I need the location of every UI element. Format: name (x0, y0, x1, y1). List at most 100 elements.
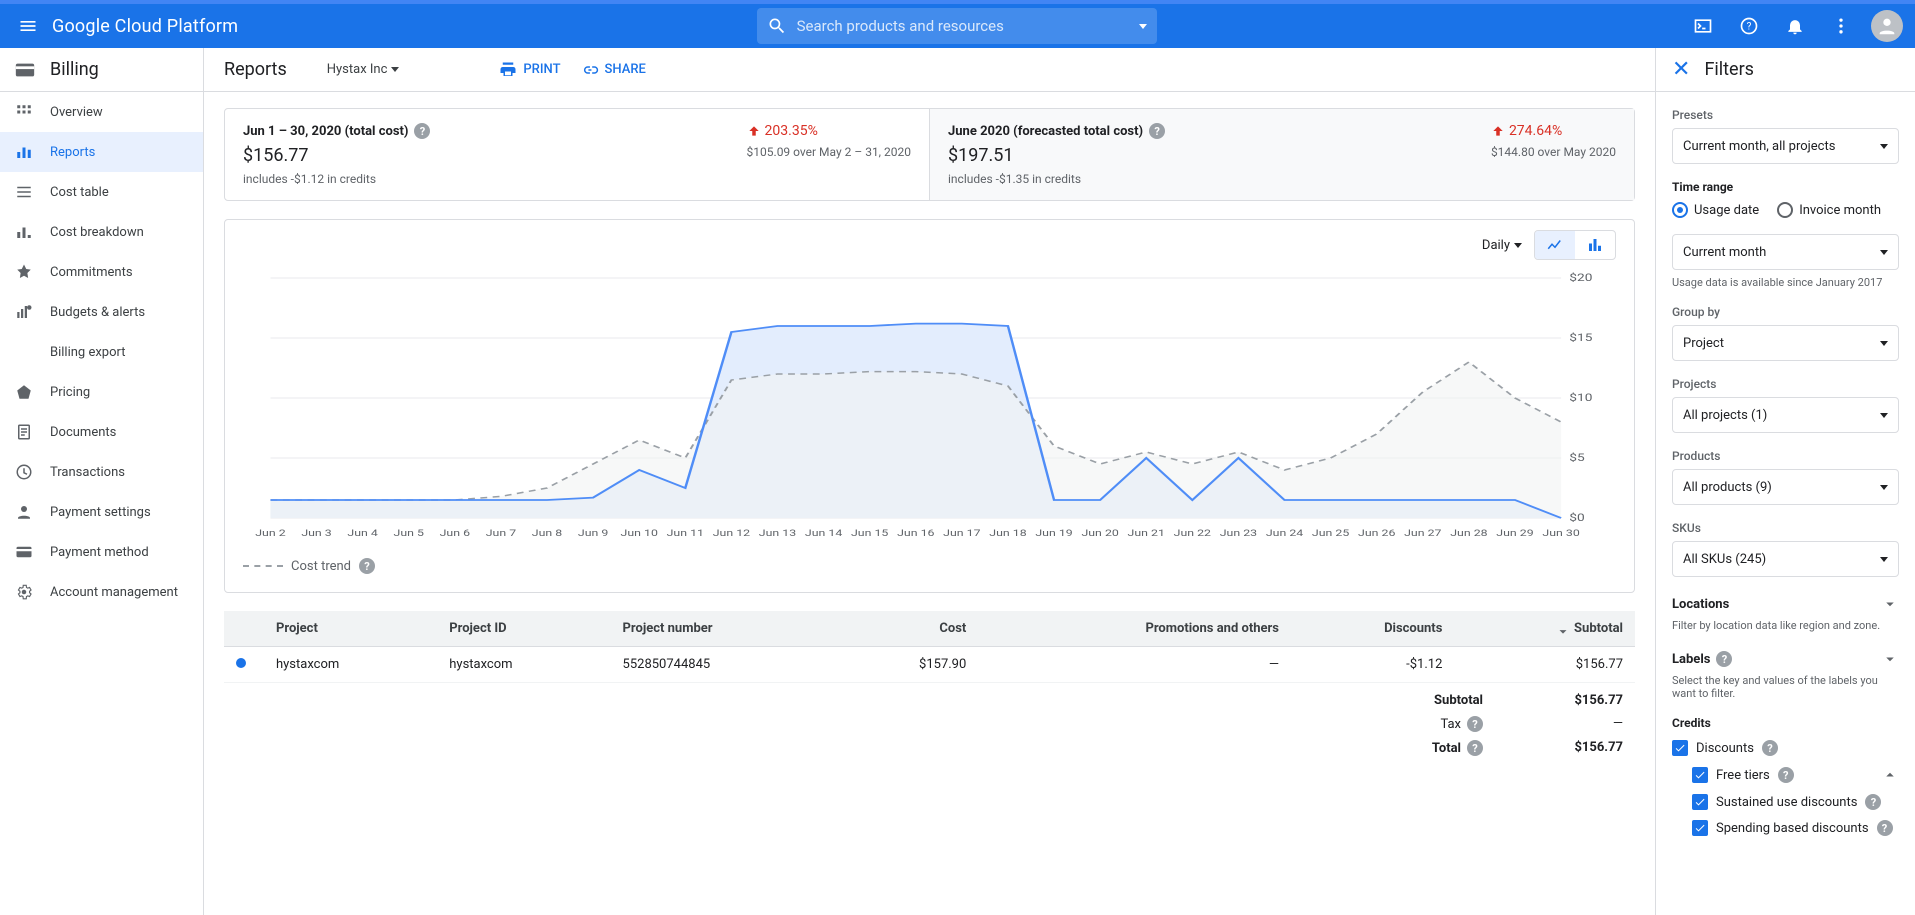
table-header[interactable]: Discounts (1291, 611, 1454, 647)
product-title: Google Cloud Platform (52, 16, 238, 37)
search-box[interactable] (757, 8, 1157, 44)
group-by-select[interactable]: Project (1672, 325, 1899, 361)
table-row[interactable]: hystaxcomhystaxcom552850744845$157.90—-$… (224, 647, 1635, 683)
svg-text:$0: $0 (1569, 512, 1585, 524)
sidebar-item-transactions[interactable]: Transactions (0, 452, 203, 492)
discounts-checkbox[interactable]: Discounts? (1672, 740, 1899, 756)
line-chart-icon (1546, 236, 1564, 254)
search-input[interactable] (797, 17, 1139, 35)
org-selector[interactable]: Hystax Inc (327, 62, 400, 77)
help-icon[interactable]: ? (1865, 794, 1881, 810)
nav-menu-button[interactable] (8, 6, 48, 46)
table-header[interactable]: Project (264, 611, 437, 647)
sidebar-item-commitments[interactable]: Commitments (0, 252, 203, 292)
free-tiers-checkbox[interactable]: Free tiers? (1692, 766, 1899, 784)
table-header[interactable]: Project ID (437, 611, 610, 647)
table-header[interactable]: Cost (837, 611, 978, 647)
sidebar-item-reports[interactable]: Reports (0, 132, 203, 172)
bar-chart-toggle[interactable] (1575, 231, 1615, 259)
usage-date-radio[interactable]: Usage date (1672, 202, 1759, 218)
chart-card: Daily $0$5$10$15$20Jun 2Jun 3Jun 4Jun 5J… (224, 219, 1635, 593)
skus-select[interactable]: All SKUs (245) (1672, 541, 1899, 577)
help-icon[interactable]: ? (1467, 716, 1483, 732)
arrow-up-icon (1491, 124, 1505, 138)
sidebar-item-billing-export[interactable]: Billing export (0, 332, 203, 372)
sidebar-item-budgets-alerts[interactable]: Budgets & alerts (0, 292, 203, 332)
presets-select[interactable]: Current month, all projects (1672, 128, 1899, 164)
help-icon[interactable]: ? (414, 123, 430, 139)
time-range-select[interactable]: Current month (1672, 234, 1899, 270)
sidebar-item-documents[interactable]: Documents (0, 412, 203, 452)
help-icon[interactable]: ? (1149, 123, 1165, 139)
spending-checkbox[interactable]: Spending based discounts? (1692, 820, 1899, 836)
help-icon[interactable]: ? (1778, 767, 1794, 783)
cost-table: ProjectProject IDProject numberCostPromo… (224, 611, 1635, 756)
svg-text:Jun 24: Jun 24 (1266, 528, 1303, 539)
help-icon[interactable]: ? (1729, 6, 1769, 46)
labels-section[interactable]: Labels? (1672, 650, 1899, 668)
svg-text:Jun 25: Jun 25 (1312, 528, 1349, 539)
help-icon[interactable]: ? (1762, 740, 1778, 756)
help-icon[interactable]: ? (1467, 740, 1483, 756)
line-chart-toggle[interactable] (1535, 231, 1575, 259)
invoice-month-radio[interactable]: Invoice month (1777, 202, 1881, 218)
account-avatar[interactable] (1867, 6, 1907, 46)
products-select[interactable]: All products (9) (1672, 469, 1899, 505)
skus-label: SKUs (1672, 521, 1899, 535)
svg-text:Jun 22: Jun 22 (1174, 528, 1211, 539)
presets-label: Presets (1672, 108, 1899, 122)
table-header[interactable]: Project number (611, 611, 837, 647)
svg-text:$10: $10 (1569, 392, 1592, 404)
projects-select[interactable]: All projects (1) (1672, 397, 1899, 433)
svg-text:Jun 5: Jun 5 (394, 528, 424, 539)
svg-text:?: ? (1747, 21, 1752, 32)
sidebar-item-pricing[interactable]: Pricing (0, 372, 203, 412)
sidebar-item-account-management[interactable]: Account management (0, 572, 203, 612)
print-button[interactable]: PRINT (499, 61, 560, 79)
table-header[interactable]: Subtotal (1454, 611, 1635, 647)
notifications-icon[interactable] (1775, 6, 1815, 46)
sidebar-item-cost-table[interactable]: Cost table (0, 172, 203, 212)
summary-card: Jun 1 – 30, 2020 (total cost)? $156.77 i… (224, 108, 1635, 201)
sidebar-item-payment-method[interactable]: Payment method (0, 532, 203, 572)
summary-right-title: June 2020 (forecasted total cost) (948, 124, 1143, 139)
projects-label: Projects (1672, 377, 1899, 391)
sustained-checkbox[interactable]: Sustained use discounts? (1692, 794, 1899, 810)
svg-text:Jun 8: Jun 8 (532, 528, 562, 539)
chevron-up-icon[interactable] (1881, 766, 1899, 784)
arrow-up-icon (747, 124, 761, 138)
svg-text:$5: $5 (1569, 452, 1585, 464)
granularity-selector[interactable]: Daily (1482, 238, 1522, 253)
svg-text:Jun 12: Jun 12 (713, 528, 750, 539)
svg-text:Jun 11: Jun 11 (667, 528, 704, 539)
sidebar-item-cost-breakdown[interactable]: Cost breakdown (0, 212, 203, 252)
help-icon[interactable]: ? (1716, 651, 1732, 667)
totals-subtotal: $156.77 (1543, 693, 1623, 708)
chevron-down-icon[interactable] (1139, 24, 1147, 29)
chevron-down-icon (1881, 595, 1899, 613)
billing-icon (14, 59, 36, 81)
top-bar: Google Cloud Platform ? (0, 0, 1915, 48)
more-icon[interactable] (1821, 6, 1861, 46)
chart-plot[interactable]: $0$5$10$15$20Jun 2Jun 3Jun 4Jun 5Jun 6Ju… (243, 268, 1616, 548)
svg-text:Jun 15: Jun 15 (851, 528, 888, 539)
svg-text:Jun 2: Jun 2 (255, 528, 285, 539)
totals-tax-label: Tax (1440, 717, 1461, 732)
help-icon[interactable]: ? (359, 558, 375, 574)
svg-text:Jun 26: Jun 26 (1358, 528, 1395, 539)
print-icon (499, 61, 517, 79)
summary-left-delta-sub: $105.09 over May 2 – 31, 2020 (747, 145, 911, 159)
sidebar-item-payment-settings[interactable]: Payment settings (0, 492, 203, 532)
svg-text:$20: $20 (1569, 272, 1592, 284)
help-icon[interactable]: ? (1877, 820, 1893, 836)
close-filters-button[interactable]: ✕ (1672, 59, 1690, 81)
svg-text:Jun 23: Jun 23 (1220, 528, 1257, 539)
svg-text:Jun 17: Jun 17 (943, 528, 980, 539)
table-header[interactable]: Promotions and others (978, 611, 1291, 647)
sidebar-item-overview[interactable]: Overview (0, 92, 203, 132)
locations-section[interactable]: Locations (1672, 595, 1899, 613)
left-sidebar: Billing OverviewReportsCost tableCost br… (0, 48, 204, 915)
section-header: Billing (0, 48, 203, 92)
cloud-shell-icon[interactable] (1683, 6, 1723, 46)
share-button[interactable]: SHARE (581, 61, 646, 79)
